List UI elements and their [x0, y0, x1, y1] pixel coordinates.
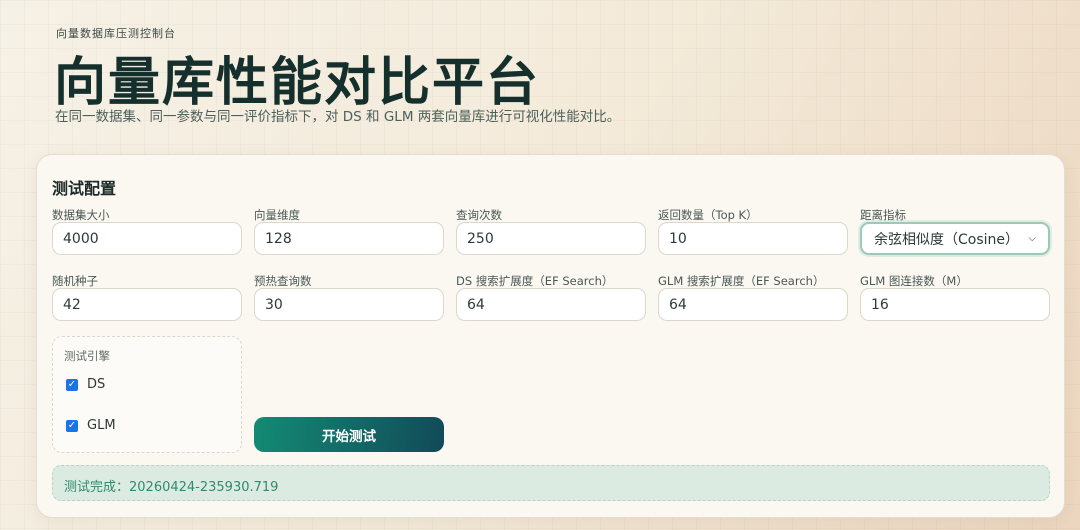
status-message: 测试完成：20260424-235930.719 — [52, 465, 1050, 501]
engine-label: GLM — [87, 418, 116, 433]
field-label: GLM 图连接数（M） — [860, 274, 968, 288]
metric-select[interactable]: 余弦相似度（Cosine） ⌵ — [860, 222, 1050, 255]
glm-ef-field: GLM 搜索扩展度（EF Search） 64 — [658, 273, 848, 321]
field-label: 向量维度 — [254, 208, 300, 222]
engine-group: 测试引擎 ✓ DS ✓ GLM — [52, 336, 242, 453]
dataset-size-input[interactable]: 4000 — [52, 222, 242, 255]
engine-label: DS — [87, 377, 106, 392]
warmup-input[interactable]: 30 — [254, 288, 444, 321]
engine-ds-checkbox[interactable]: ✓ DS — [66, 377, 105, 392]
chevron-down-icon: ⌵ — [1028, 233, 1036, 244]
query-count-field: 查询次数 250 — [456, 207, 646, 255]
metric-value: 余弦相似度（Cosine） — [874, 231, 1020, 248]
glm-m-input[interactable]: 16 — [860, 288, 1050, 321]
warmup-field: 预热查询数 30 — [254, 273, 444, 321]
dataset-size-field: 数据集大小 4000 — [52, 207, 242, 255]
eyebrow: 向量数据库压测控制台 — [56, 27, 176, 40]
seed-input[interactable]: 42 — [52, 288, 242, 321]
dimension-field: 向量维度 128 — [254, 207, 444, 255]
config-card: 测试配置 数据集大小 4000 向量维度 128 查询次数 250 返回数量（Top … — [36, 154, 1065, 518]
field-label: 随机种子 — [52, 274, 98, 288]
topk-input[interactable]: 10 — [658, 222, 848, 255]
checkbox-checked-icon: ✓ — [66, 419, 78, 432]
engine-glm-checkbox[interactable]: ✓ GLM — [66, 418, 116, 433]
engine-group-label: 测试引擎 — [64, 349, 110, 363]
seed-field: 随机种子 42 — [52, 273, 242, 321]
ds-ef-field: DS 搜索扩展度（EF Search） 64 — [456, 273, 646, 321]
field-label: 返回数量（Top K） — [658, 208, 758, 222]
config-title: 测试配置 — [52, 179, 117, 198]
query-count-input[interactable]: 250 — [456, 222, 646, 255]
topk-field: 返回数量（Top K） 10 — [658, 207, 848, 255]
glm-ef-input[interactable]: 64 — [658, 288, 848, 321]
metric-field: 距离指标余弦相似度（Cosine） ⌵ — [860, 207, 1050, 255]
checkbox-checked-icon: ✓ — [66, 378, 78, 391]
glm-m-field: GLM 图连接数（M） 16 — [860, 273, 1050, 321]
start-test-button[interactable]: 开始测试 — [254, 417, 444, 452]
field-label: DS 搜索扩展度（EF Search） — [456, 274, 614, 288]
field-label: GLM 搜索扩展度（EF Search） — [658, 274, 825, 288]
page-subtitle: 在同一数据集、同一参数与同一评价指标下，对 DS 和 GLM 两套向量库进行可视… — [55, 109, 621, 125]
field-label: 预热查询数 — [254, 274, 312, 288]
page-title: 向量库性能对比平台 — [54, 53, 541, 113]
field-label: 查询次数 — [456, 208, 502, 222]
ds-ef-input[interactable]: 64 — [456, 288, 646, 321]
field-label: 数据集大小 — [52, 208, 110, 222]
field-label: 距离指标 — [860, 208, 906, 222]
dimension-input[interactable]: 128 — [254, 222, 444, 255]
